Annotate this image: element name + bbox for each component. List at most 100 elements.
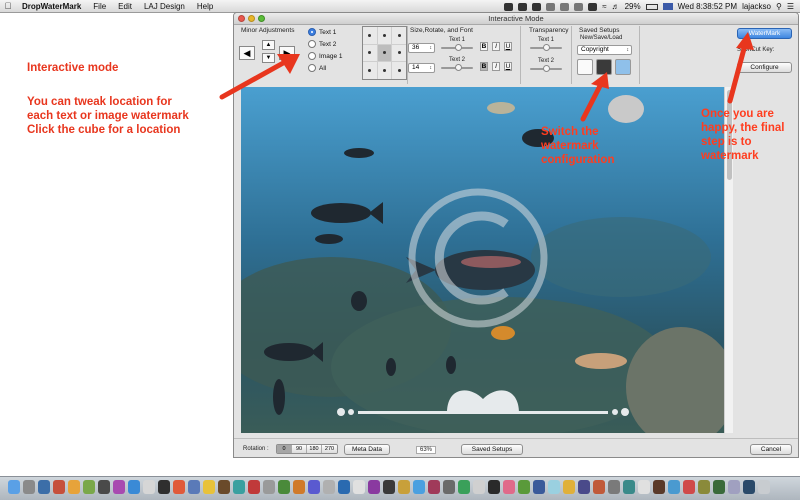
cube-cell-bottom-left[interactable] xyxy=(363,62,377,79)
slider-knob[interactable] xyxy=(542,44,550,51)
time-machine-icon[interactable] xyxy=(560,2,570,11)
text2-rotate-slider[interactable] xyxy=(441,64,473,71)
app-icon[interactable] xyxy=(473,480,485,494)
text2-underline-button[interactable]: U xyxy=(504,62,512,71)
close-window-icon[interactable] xyxy=(238,15,245,22)
rotation-0-button[interactable]: 0 xyxy=(277,445,292,453)
app-icon[interactable] xyxy=(458,480,470,494)
app-icon[interactable] xyxy=(428,480,440,494)
app-icon[interactable] xyxy=(548,480,560,494)
text1-bold-button[interactable]: B xyxy=(480,42,488,51)
menu-laj-design[interactable]: LAJ Design xyxy=(138,0,191,13)
battery-percent[interactable]: 29% xyxy=(625,2,641,11)
new-document-icon[interactable] xyxy=(577,59,593,75)
app-icon[interactable] xyxy=(218,480,230,494)
cancel-button[interactable]: Cancel xyxy=(750,444,792,455)
move-up-icon[interactable]: ▲ xyxy=(262,40,275,50)
app-icon[interactable] xyxy=(323,480,335,494)
app-icon[interactable] xyxy=(128,480,140,494)
volume-icon[interactable]: ♬ xyxy=(612,2,620,11)
app-icon[interactable] xyxy=(188,480,200,494)
app-icon[interactable] xyxy=(308,480,320,494)
radio-image1-dot[interactable] xyxy=(308,52,316,60)
load-folder-icon[interactable] xyxy=(615,59,631,75)
app-icon[interactable] xyxy=(353,480,365,494)
tray-app-icon[interactable] xyxy=(518,2,528,11)
finder-icon[interactable] xyxy=(8,480,20,494)
app-icon[interactable] xyxy=(203,480,215,494)
app-icon[interactable] xyxy=(488,480,500,494)
app-icon[interactable] xyxy=(668,480,680,494)
slider-knob[interactable] xyxy=(542,65,550,72)
app-icon[interactable] xyxy=(683,480,695,494)
text2-size-combo[interactable]: 14 xyxy=(408,63,435,73)
cube-cell-top-right[interactable] xyxy=(392,27,406,44)
radio-text1-dot[interactable] xyxy=(308,28,316,36)
menu-app-name[interactable]: DropWaterMark xyxy=(16,0,87,13)
saved-setups-button[interactable]: Saved Setups xyxy=(461,444,523,455)
menubar-clock[interactable]: Wed 8:38:52 PM xyxy=(678,2,737,11)
app-icon[interactable] xyxy=(143,480,155,494)
app-icon[interactable] xyxy=(368,480,380,494)
menubar-user[interactable]: lajackso xyxy=(742,2,771,11)
app-icon[interactable] xyxy=(653,480,665,494)
menu-edit[interactable]: Edit xyxy=(112,0,138,13)
app-icon[interactable] xyxy=(113,480,125,494)
menu-help[interactable]: Help xyxy=(191,0,219,13)
radio-text2-dot[interactable] xyxy=(308,40,316,48)
app-icon[interactable] xyxy=(578,480,590,494)
radio-text2[interactable]: Text 2 xyxy=(308,40,336,48)
zoom-window-icon[interactable] xyxy=(258,15,265,22)
apple-menu-icon[interactable]:  xyxy=(0,1,16,11)
app-icon[interactable] xyxy=(533,480,545,494)
app-icon[interactable] xyxy=(518,480,530,494)
app-icon[interactable] xyxy=(608,480,620,494)
app-icon[interactable] xyxy=(68,480,80,494)
trash-icon[interactable] xyxy=(758,480,770,494)
minimize-window-icon[interactable] xyxy=(248,15,255,22)
cube-cell-bottom-right[interactable] xyxy=(392,62,406,79)
move-left-icon[interactable]: ◀ xyxy=(239,46,255,60)
cube-cell-bottom-center[interactable] xyxy=(377,62,392,79)
radio-text1[interactable]: Text 1 xyxy=(308,28,336,36)
cube-cell-top-center[interactable] xyxy=(377,27,392,44)
move-arrows-icon[interactable]: ◀ ▲ ▼ ▶ xyxy=(239,40,299,66)
text1-italic-button[interactable]: I xyxy=(492,42,500,51)
text1-underline-button[interactable]: U xyxy=(504,42,512,51)
app-icon[interactable] xyxy=(443,480,455,494)
app-icon[interactable] xyxy=(53,480,65,494)
cube-cell-top-left[interactable] xyxy=(363,27,377,44)
move-down-icon[interactable]: ▼ xyxy=(262,53,275,63)
clock-icon[interactable] xyxy=(574,2,584,11)
location-cube[interactable] xyxy=(362,26,407,80)
cube-cell-middle-right[interactable] xyxy=(392,44,406,62)
wifi-icon[interactable]: ≈ xyxy=(602,2,606,11)
app-icon[interactable] xyxy=(38,480,50,494)
menu-file[interactable]: File xyxy=(87,0,112,13)
bluetooth-icon[interactable] xyxy=(588,2,598,11)
app-icon[interactable] xyxy=(158,480,170,494)
text1-rotate-slider[interactable] xyxy=(441,44,473,51)
flag-icon[interactable] xyxy=(662,3,673,10)
app-icon[interactable] xyxy=(263,480,275,494)
app-icon[interactable] xyxy=(338,480,350,494)
transparency-text1-slider[interactable] xyxy=(530,44,562,51)
rotation-270-button[interactable]: 270 xyxy=(322,445,337,453)
tray-app-icon[interactable] xyxy=(504,2,514,11)
radio-all-dot[interactable] xyxy=(308,64,316,72)
app-icon[interactable] xyxy=(413,480,425,494)
app-icon[interactable] xyxy=(233,480,245,494)
app-icon[interactable] xyxy=(83,480,95,494)
tray-app-icon[interactable] xyxy=(532,2,542,11)
app-icon[interactable] xyxy=(278,480,290,494)
rotation-segmented-control[interactable]: 0 90 180 270 xyxy=(276,444,338,454)
cube-cell-center[interactable] xyxy=(377,44,392,62)
app-icon[interactable] xyxy=(98,480,110,494)
radio-image1[interactable]: Image 1 xyxy=(308,52,343,60)
save-disk-icon[interactable] xyxy=(596,59,612,75)
app-icon[interactable] xyxy=(623,480,635,494)
app-icon[interactable] xyxy=(248,480,260,494)
watermark-button[interactable]: WaterMark xyxy=(737,28,792,39)
transparency-text2-slider[interactable] xyxy=(530,65,562,72)
rotation-180-button[interactable]: 180 xyxy=(307,445,322,453)
